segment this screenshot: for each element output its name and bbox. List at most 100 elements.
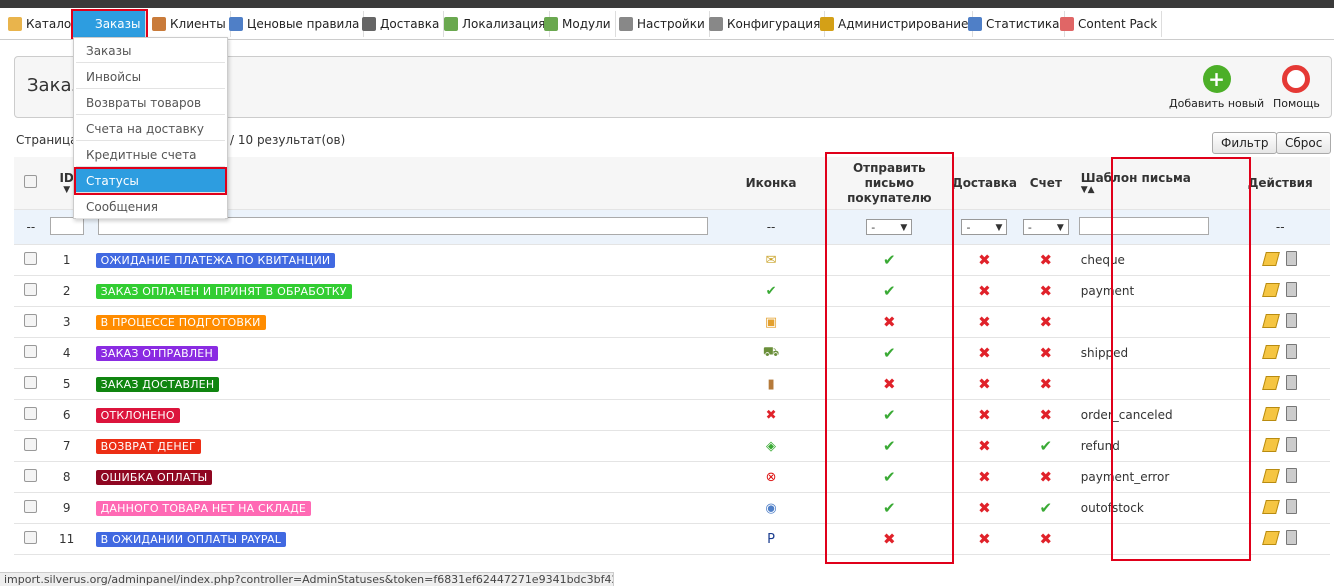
- table-row[interactable]: 1 ОЖИДАНИЕ ПЛАТЕЖА ПО КВИТАНЦИИ ✉ ✔ ✖ ✖ cheque: [14, 244, 1330, 276]
- delete-icon[interactable]: [1285, 282, 1297, 298]
- menu-item-10[interactable]: Статистика: [964, 11, 1065, 37]
- submenu-item-5[interactable]: Статусы: [74, 167, 227, 195]
- filter-template-input[interactable]: [1078, 216, 1209, 235]
- submenu-item-3[interactable]: Счета на доставку: [76, 117, 225, 141]
- delete-icon[interactable]: [1285, 468, 1297, 484]
- delete-icon[interactable]: [1285, 406, 1297, 422]
- cross-icon[interactable]: ✖: [978, 282, 991, 300]
- cross-icon[interactable]: ✖: [978, 251, 991, 269]
- cross-icon[interactable]: ✖: [1040, 406, 1053, 424]
- edit-icon[interactable]: [1261, 344, 1280, 359]
- table-row[interactable]: 6 ОТКЛОНЕНО ✖ ✔ ✖ ✖ order_canceled: [14, 399, 1330, 431]
- row-checkbox[interactable]: [24, 252, 38, 265]
- edit-icon[interactable]: [1261, 406, 1280, 421]
- check-icon[interactable]: ✔: [1040, 437, 1053, 455]
- table-row[interactable]: 7 ВОЗВРАТ ДЕНЕГ ◈ ✔ ✖ ✔ refund: [14, 430, 1330, 462]
- edit-icon[interactable]: [1261, 499, 1280, 514]
- row-checkbox[interactable]: [24, 531, 38, 544]
- table-row[interactable]: 5 ЗАКАЗ ДОСТАВЛЕН ▮ ✖ ✖ ✖: [14, 368, 1330, 400]
- cross-icon[interactable]: ✖: [1040, 530, 1053, 548]
- col-template[interactable]: Шаблон письма ▼▲: [1074, 157, 1231, 210]
- submenu-item-2[interactable]: Возвраты товаров: [76, 91, 225, 115]
- edit-icon[interactable]: [1261, 468, 1280, 483]
- check-icon[interactable]: ✔: [883, 344, 896, 362]
- edit-icon[interactable]: [1261, 251, 1280, 266]
- check-icon[interactable]: ✔: [883, 499, 896, 517]
- cross-icon[interactable]: ✖: [978, 468, 991, 486]
- menu-item-3[interactable]: Ценовые правила: [225, 11, 365, 37]
- delete-icon[interactable]: [1285, 437, 1297, 453]
- row-checkbox[interactable]: [24, 314, 38, 327]
- cross-icon[interactable]: ✖: [1040, 251, 1053, 269]
- edit-icon[interactable]: [1261, 437, 1280, 452]
- cross-icon[interactable]: ✖: [1040, 282, 1053, 300]
- check-icon[interactable]: ✔: [883, 282, 896, 300]
- cross-icon[interactable]: ✖: [978, 499, 991, 517]
- reset-button[interactable]: Сброс: [1276, 132, 1332, 154]
- cross-icon[interactable]: ✖: [883, 313, 896, 331]
- filter-id-input[interactable]: [49, 216, 84, 235]
- cross-icon[interactable]: ✖: [978, 530, 991, 548]
- check-icon[interactable]: ✔: [883, 406, 896, 424]
- menu-item-1[interactable]: Заказы: [71, 9, 148, 39]
- menu-item-0[interactable]: Каталог: [4, 11, 83, 37]
- delete-icon[interactable]: [1285, 251, 1297, 267]
- submenu-item-1[interactable]: Инвойсы: [76, 65, 225, 89]
- cross-icon[interactable]: ✖: [978, 406, 991, 424]
- edit-icon[interactable]: [1261, 282, 1280, 297]
- submenu-item-6[interactable]: Сообщения: [76, 195, 225, 219]
- filter-invoice-select[interactable]: - ▼: [1022, 219, 1069, 235]
- row-checkbox[interactable]: [24, 469, 38, 482]
- menu-item-9[interactable]: Администрирование: [816, 11, 974, 37]
- cross-icon[interactable]: ✖: [978, 375, 991, 393]
- row-checkbox[interactable]: [24, 283, 38, 296]
- row-checkbox[interactable]: [24, 438, 38, 451]
- menu-item-11[interactable]: Content Pack: [1056, 11, 1163, 37]
- menu-item-8[interactable]: Конфигурация: [705, 11, 826, 37]
- cross-icon[interactable]: ✖: [1040, 344, 1053, 362]
- check-icon[interactable]: ✔: [1040, 499, 1053, 517]
- row-checkbox[interactable]: [24, 345, 38, 358]
- edit-icon[interactable]: [1261, 375, 1280, 390]
- table-row[interactable]: 3 В ПРОЦЕССЕ ПОДГОТОВКИ ▣ ✖ ✖ ✖: [14, 306, 1330, 338]
- table-row[interactable]: 9 ДАННОГО ТОВАРА НЕТ НА СКЛАДЕ ◉ ✔ ✖ ✔ outofst…: [14, 492, 1330, 524]
- delete-icon[interactable]: [1285, 344, 1297, 360]
- edit-icon[interactable]: [1261, 530, 1280, 545]
- cross-icon[interactable]: ✖: [1040, 313, 1053, 331]
- menu-item-4[interactable]: Доставка: [358, 11, 445, 37]
- cross-icon[interactable]: ✖: [1040, 468, 1053, 486]
- table-row[interactable]: 2 ЗАКАЗ ОПЛАЧЕН И ПРИНЯТ В ОБРАБОТКУ ✔ ✔ ✖ ✖ p…: [14, 275, 1330, 307]
- table-row[interactable]: 11 В ОЖИДАНИИ ОПЛАТЫ PAYPAL P ✖ ✖ ✖: [14, 523, 1330, 555]
- filter-send-select[interactable]: - ▼: [866, 219, 913, 235]
- row-checkbox[interactable]: [24, 407, 38, 420]
- cross-icon[interactable]: ✖: [978, 313, 991, 331]
- menu-item-7[interactable]: Настройки: [615, 11, 710, 37]
- delete-icon[interactable]: [1285, 375, 1297, 391]
- cross-icon[interactable]: ✖: [883, 530, 896, 548]
- select-all-checkbox[interactable]: [24, 175, 38, 188]
- menu-item-5[interactable]: Локализация: [440, 11, 551, 37]
- filter-delivery-select[interactable]: - ▼: [961, 219, 1008, 235]
- filter-name-input[interactable]: [97, 216, 708, 235]
- add-new-button[interactable]: + Добавить новый: [1169, 65, 1264, 110]
- submenu-item-4[interactable]: Кредитные счета: [76, 143, 225, 167]
- help-button[interactable]: Помощь: [1273, 65, 1320, 110]
- menu-item-2[interactable]: Клиенты: [148, 11, 231, 37]
- delete-icon[interactable]: [1285, 530, 1297, 546]
- menu-item-6[interactable]: Модули: [540, 11, 616, 37]
- sort-arrows-icon[interactable]: ▼▲: [1081, 185, 1231, 195]
- table-row[interactable]: 4 ЗАКАЗ ОТПРАВЛЕН ⛟ ✔ ✖ ✖ shipped: [14, 337, 1330, 369]
- cross-icon[interactable]: ✖: [978, 344, 991, 362]
- check-icon[interactable]: ✔: [883, 437, 896, 455]
- row-checkbox[interactable]: [24, 500, 38, 513]
- submenu-item-0[interactable]: Заказы: [76, 39, 225, 63]
- cross-icon[interactable]: ✖: [1040, 375, 1053, 393]
- cross-icon[interactable]: ✖: [883, 375, 896, 393]
- row-checkbox[interactable]: [24, 376, 38, 389]
- table-row[interactable]: 8 ОШИБКА ОПЛАТЫ ⊗ ✔ ✖ ✖ payment_error: [14, 461, 1330, 493]
- cross-icon[interactable]: ✖: [978, 437, 991, 455]
- check-icon[interactable]: ✔: [883, 251, 896, 269]
- delete-icon[interactable]: [1285, 313, 1297, 329]
- check-icon[interactable]: ✔: [883, 468, 896, 486]
- delete-icon[interactable]: [1285, 499, 1297, 515]
